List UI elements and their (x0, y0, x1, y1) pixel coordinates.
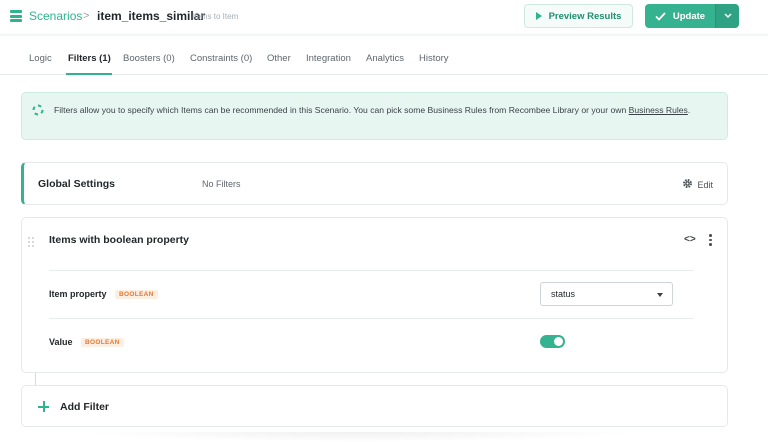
business-rules-link[interactable]: Business Rules (629, 105, 688, 115)
preview-results-label: Preview Results (548, 10, 622, 22)
plus-icon (38, 401, 49, 412)
value-row: Value BOOLEAN (49, 337, 124, 347)
tab-bar: Logic Filters (1) Boosters (0) Constrain… (0, 38, 768, 75)
tab-logic[interactable]: Logic (29, 53, 52, 64)
code-icon[interactable]: <> (684, 234, 696, 245)
tab-constraints[interactable]: Constraints (0) (190, 53, 252, 64)
add-filter-button[interactable]: Add Filter (21, 385, 728, 427)
check-icon (655, 11, 666, 21)
filters-info-banner: Filters allow you to specify which Items… (21, 92, 728, 140)
info-text: Filters allow you to specify which Items… (54, 103, 714, 117)
global-settings-panel[interactable]: Global Settings No Filters Edit (21, 162, 728, 205)
global-settings-value: No Filters (202, 179, 241, 189)
play-icon (535, 12, 542, 20)
active-tab-indicator (66, 73, 112, 75)
info-text-body: Filters allow you to specify which Items… (54, 105, 629, 115)
filter-card: Items with boolean property <> Item prop… (21, 217, 728, 373)
top-bar: Scenarios > item_items_similar Items to … (0, 0, 768, 34)
bottom-shadow (80, 432, 640, 442)
tab-history[interactable]: History (419, 53, 449, 64)
update-button[interactable]: Update (645, 4, 715, 28)
edit-label: Edit (697, 179, 713, 190)
tab-boosters[interactable]: Boosters (0) (123, 53, 175, 64)
add-filter-label: Add Filter (60, 401, 109, 413)
scenarios-icon[interactable] (10, 10, 22, 22)
type-badge: BOOLEAN (81, 338, 124, 347)
divider (49, 318, 694, 319)
drag-handle-icon[interactable] (28, 237, 36, 247)
item-property-label: Item property (49, 289, 107, 299)
tab-other[interactable]: Other (267, 53, 291, 64)
item-property-row: Item property BOOLEAN (49, 289, 158, 299)
item-property-select[interactable]: status (540, 282, 673, 306)
type-badge: BOOLEAN (115, 290, 158, 299)
chevron-down-icon (723, 10, 732, 22)
lifebuoy-icon (32, 104, 44, 116)
connector-line (35, 373, 36, 385)
toggle-knob (554, 337, 563, 346)
tab-integration[interactable]: Integration (306, 53, 351, 64)
header-shadow (0, 34, 768, 37)
info-text-end: . (687, 105, 691, 115)
breadcrumb-scenarios[interactable]: Scenarios (29, 9, 82, 23)
value-label: Value (49, 337, 73, 347)
edit-global-settings-button[interactable]: Edit (682, 178, 713, 191)
item-property-value: status (551, 289, 576, 299)
value-toggle[interactable] (540, 335, 565, 348)
tab-analytics[interactable]: Analytics (366, 53, 404, 64)
breadcrumb-separator: > (83, 10, 90, 22)
update-label: Update (672, 10, 706, 22)
tab-filters[interactable]: Filters (1) (68, 53, 111, 64)
scenario-type: Items to Item (192, 12, 239, 21)
gear-icon (682, 178, 693, 191)
breadcrumb-current: item_items_similar (97, 9, 206, 23)
global-settings-title: Global Settings (38, 178, 116, 190)
caret-down-icon (657, 293, 663, 297)
filter-title: Items with boolean property (49, 234, 190, 246)
divider (49, 270, 694, 271)
update-dropdown-button[interactable] (715, 4, 739, 28)
more-options-icon[interactable] (708, 234, 712, 246)
preview-results-button[interactable]: Preview Results (524, 4, 633, 28)
